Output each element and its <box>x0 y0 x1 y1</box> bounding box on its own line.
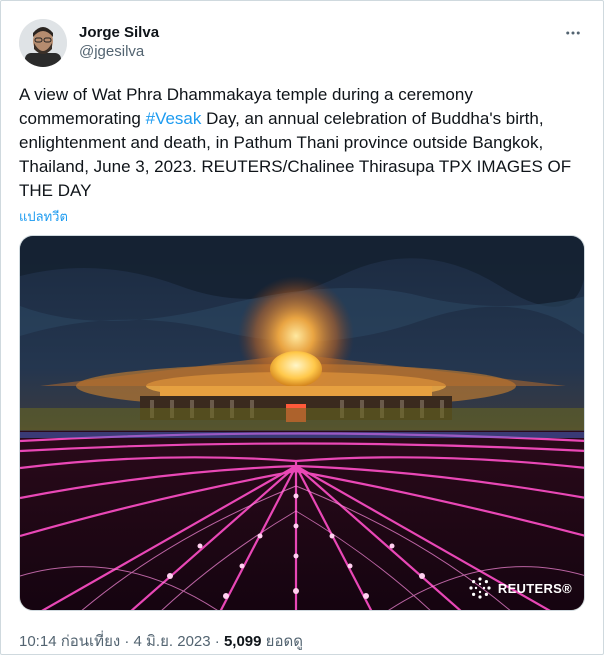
reuters-watermark: REUTERS® <box>468 576 572 600</box>
reuters-logo-icon <box>469 577 491 599</box>
more-options-button[interactable] <box>559 21 587 45</box>
tweet-time[interactable]: 10:14 ก่อนเที่ยง <box>19 633 120 650</box>
author-block[interactable]: Jorge Silva @jgesilva <box>79 23 159 62</box>
tweet-header: Jorge Silva @jgesilva <box>19 19 587 69</box>
views-count: 5,099 <box>223 633 262 650</box>
tweet-card: Jorge Silva @jgesilva A view of Wat Phra… <box>0 0 604 655</box>
hashtag-link[interactable]: #Vesak <box>146 109 202 128</box>
meta-separator: · <box>210 633 224 650</box>
views-label: ยอดดู <box>265 633 303 650</box>
meta-separator: · <box>120 633 134 650</box>
more-horizontal-icon <box>566 31 580 35</box>
temple-photo <box>20 236 584 610</box>
tweet-meta: 10:14 ก่อนเที่ยง · 4 มิ.ย. 2023 · 5,099 … <box>19 629 303 653</box>
tweet-photo[interactable]: REUTERS® <box>19 235 585 611</box>
avatar[interactable] <box>19 19 67 67</box>
profile-photo-icon <box>19 19 67 67</box>
display-name[interactable]: Jorge Silva <box>79 23 159 42</box>
tweet-text: A view of Wat Phra Dhammakaya temple dur… <box>19 83 587 203</box>
translate-tweet-link[interactable]: แปลทวีต <box>19 206 68 227</box>
user-handle[interactable]: @jgesilva <box>79 42 159 62</box>
watermark-text: REUTERS® <box>497 580 572 596</box>
tweet-date[interactable]: 4 มิ.ย. 2023 <box>134 633 211 650</box>
